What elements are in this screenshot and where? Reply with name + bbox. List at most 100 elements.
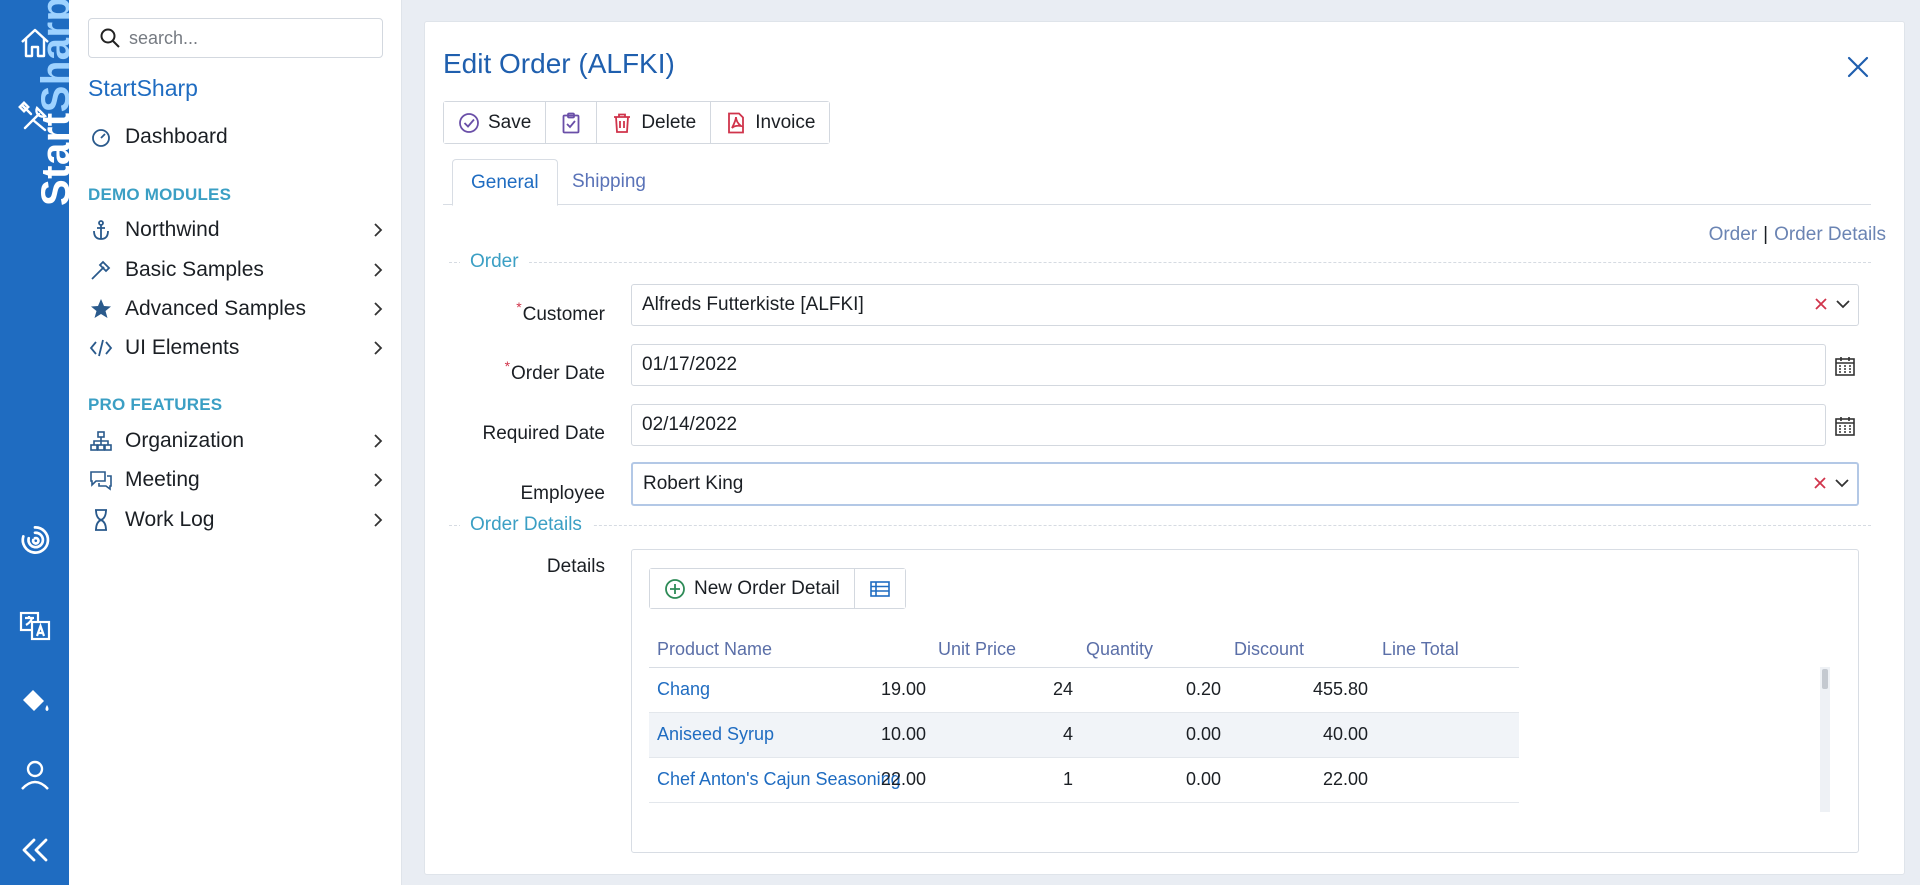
table-row[interactable]: Aniseed Syrup 10.00 4 0.00 40.00 [649,713,1519,758]
discount-cell: 0.00 [1185,724,1221,744]
sidebar-item-advanced-samples[interactable]: Advanced Samples [88,291,388,327]
sidebar-item-meeting[interactable]: Meeting [88,462,388,498]
pdf-file-icon [728,112,745,133]
anchor-order-details-link[interactable]: Order Details [1774,224,1886,245]
product-name-link[interactable]: Aniseed Syrup [657,724,774,745]
section-pro-features: PRO FEATURES [88,395,223,414]
delete-button[interactable]: Delete [597,102,712,143]
sidebar-item-label: Organization [125,429,245,452]
customer-select[interactable]: Alfreds Futterkiste [ALFKI] [631,284,1859,326]
table-row[interactable]: Chef Anton's Cajun Seasoning 22.00 1 0.0… [649,758,1519,803]
column-header[interactable]: Product Name [657,639,772,660]
required-marker: * [504,358,511,374]
left-rail: StartSharp [0,0,78,885]
check-circle-icon [459,112,479,133]
translate-icon[interactable] [0,598,69,654]
magic-wand-icon [88,257,114,283]
calendar-icon[interactable] [1833,414,1857,438]
sidebar-item-label: Northwind [125,218,220,241]
line-total-cell: 40.00 [1322,724,1368,744]
clear-icon[interactable] [1812,295,1830,313]
section-order-title: Order [460,251,529,273]
chevron-right-icon [374,513,383,527]
column-header[interactable]: Line Total [1382,639,1459,660]
quantity-cell: 24 [1052,679,1073,699]
tab-general[interactable]: General [452,159,558,206]
line-total-cell: 455.80 [1312,679,1368,699]
section-anchor-links: Order | Order Details [1709,224,1886,246]
grid-header: Product Name Unit Price Quantity Discoun… [649,635,1789,667]
section-divider [449,262,1871,263]
anchor-icon [88,217,114,243]
column-header[interactable]: Unit Price [938,639,1016,660]
sidebar-item-ui-elements[interactable]: UI Elements [88,330,388,366]
section-order-details-title: Order Details [460,514,592,536]
sidebar-item-northwind[interactable]: Northwind [88,212,388,248]
sidebar-item-work-log[interactable]: Work Log [88,502,388,538]
order-details-grid: New Order Detail Product Name Unit Price… [631,549,1859,853]
section-demo-modules: DEMO MODULES [88,185,232,204]
grid-scrollbar-thumb[interactable] [1822,669,1828,689]
tab-bar: General Shipping [443,159,1871,206]
order-date-label: *Order Date [504,358,605,384]
column-picker-button[interactable] [854,569,905,608]
search-input[interactable] [129,27,369,49]
line-total-cell: 22.00 [1322,769,1368,789]
chevron-right-icon [374,223,383,237]
save-button[interactable]: Save [444,102,547,143]
collapse-icon[interactable] [0,822,69,878]
org-chart-icon [88,428,114,454]
sidebar-item-organization[interactable]: Organization [88,423,388,459]
product-name-link[interactable]: Chang [657,679,710,700]
clipboard-check-icon [562,112,580,133]
clear-icon[interactable] [1811,474,1829,492]
search-box[interactable] [88,18,383,58]
star-icon [88,296,114,322]
details-toolbar: New Order Detail [649,568,906,609]
product-name-link[interactable]: Chef Anton's Cajun Seasoning [657,769,901,790]
column-header[interactable]: Quantity [1086,639,1153,660]
paint-bucket-icon[interactable] [0,672,69,728]
invoice-button[interactable]: Invoice [711,102,830,143]
quantity-cell: 1 [1062,769,1073,789]
chevron-down-icon[interactable] [1834,295,1852,313]
chevron-right-icon [374,263,383,277]
chevron-right-icon [374,434,383,448]
chevron-right-icon [374,473,383,487]
apply-changes-button[interactable] [546,102,598,143]
required-date-label: Required Date [482,423,605,444]
unit-price-cell: 19.00 [880,679,926,699]
required-date-input[interactable]: 02/14/2022 [631,404,1826,446]
table-row[interactable]: Chang 19.00 24 0.20 455.80 [649,668,1519,713]
user-icon[interactable] [0,747,69,803]
tab-shipping[interactable]: Shipping [554,159,664,205]
dashboard-icon [88,124,114,150]
order-date-input[interactable]: 01/17/2022 [631,344,1826,386]
customer-label: *Customer [516,299,605,325]
calendar-icon[interactable] [1833,354,1857,378]
anchor-separator: | [1763,224,1769,245]
quantity-cell: 4 [1062,724,1073,744]
dialog-toolbar: Save Delete Invoice [443,101,831,144]
chevron-down-icon[interactable] [1833,474,1851,492]
sidebar-item-dashboard[interactable]: Dashboard [88,119,388,155]
app-title[interactable]: StartSharp [88,75,198,102]
grid-body: Chang 19.00 24 0.20 455.80 Aniseed Syrup… [649,667,1519,812]
sidebar-item-basic-samples[interactable]: Basic Samples [88,252,388,288]
anchor-order-link[interactable]: Order [1709,224,1758,245]
chevron-right-icon [374,302,383,316]
trash-icon [614,113,631,133]
close-icon[interactable] [1843,52,1873,82]
employee-select[interactable]: Robert King [631,462,1859,506]
discount-cell: 0.00 [1185,769,1221,789]
chevron-right-icon [374,341,383,355]
column-header[interactable]: Discount [1234,639,1304,660]
plus-circle-icon [665,578,685,599]
sidebar-item-label: Meeting [125,468,200,491]
required-marker: * [516,299,522,315]
sidebar-item-label: UI Elements [125,336,240,359]
new-order-detail-button[interactable]: New Order Detail [650,569,855,608]
search-icon [100,28,120,48]
sidebar-item-label: Dashboard [125,125,228,148]
hourglass-icon [88,507,114,533]
